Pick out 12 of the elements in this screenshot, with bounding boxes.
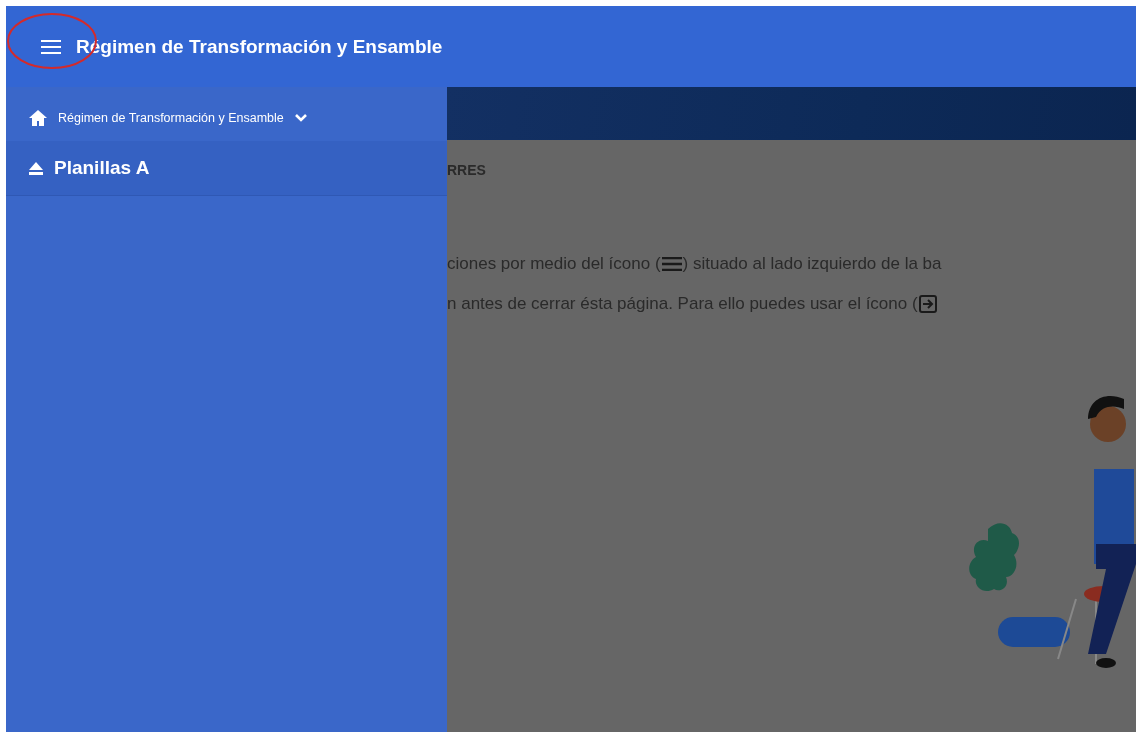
- menu-icon: [660, 257, 683, 271]
- home-icon: [28, 109, 48, 127]
- page-heading: RRES: [447, 162, 487, 178]
- drawer-item[interactable]: Planillas A: [6, 141, 447, 196]
- exit-icon: [917, 294, 938, 314]
- menu-icon[interactable]: [40, 38, 62, 55]
- info-text: ciones por medio del ícono (: [447, 254, 661, 274]
- drawer-item[interactable]: Régimen de Transformación y Ensamble: [6, 95, 447, 141]
- eject-icon: [28, 161, 44, 175]
- info-text: n antes de cerrar ésta página. Para ello puedes usar el ícono (: [447, 294, 918, 314]
- info-text: ) situado al lado izquierdo de la ba: [682, 254, 942, 274]
- chevron-down-icon: [293, 113, 308, 123]
